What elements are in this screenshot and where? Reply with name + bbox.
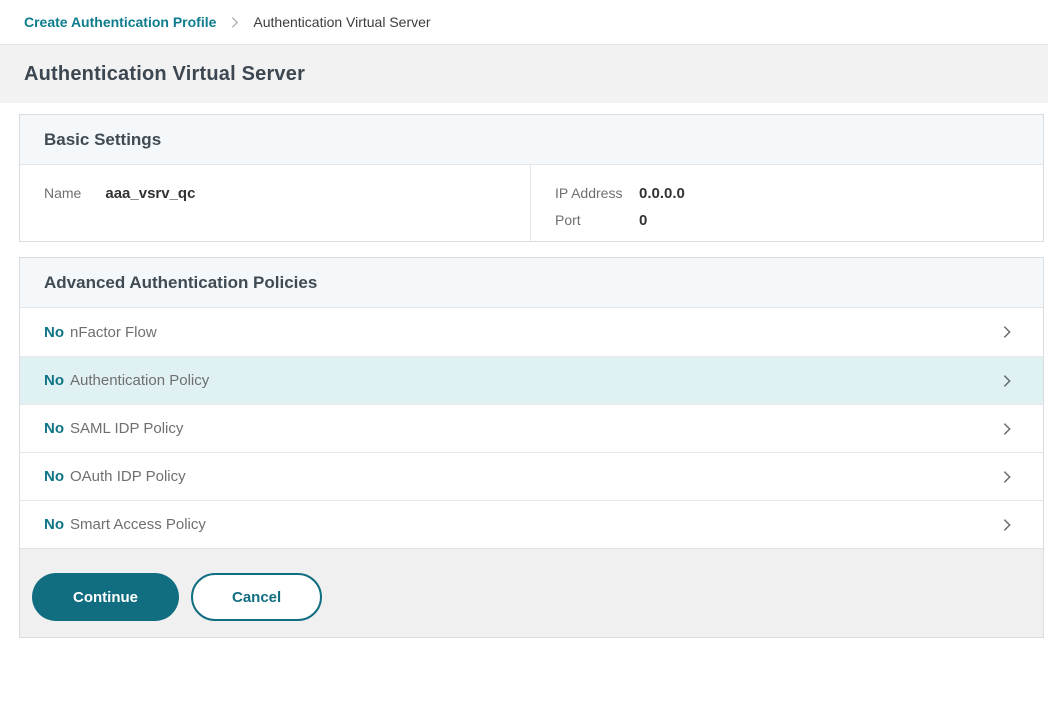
address-fields: IP Address 0.0.0.0 Port 0: [531, 165, 685, 241]
breadcrumb-current: Authentication Virtual Server: [253, 14, 430, 30]
page-title-band: Authentication Virtual Server: [0, 45, 1048, 103]
chevron-right-icon: [228, 16, 241, 29]
policy-row-oauth-idp-policy[interactable]: No OAuth IDP Policy: [20, 452, 1043, 500]
advanced-policies-header: Advanced Authentication Policies: [20, 258, 1043, 308]
basic-settings-header: Basic Settings: [20, 115, 1043, 165]
cancel-button[interactable]: Cancel: [191, 573, 322, 621]
continue-button[interactable]: Continue: [32, 573, 179, 621]
name-label: Name: [44, 185, 81, 201]
policy-label: SAML IDP Policy: [70, 420, 183, 437]
policy-count: No: [44, 324, 64, 341]
policy-count: No: [44, 468, 64, 485]
ip-address-label: IP Address: [555, 180, 639, 207]
breadcrumb: Create Authentication Profile Authentica…: [0, 0, 1048, 45]
policy-row-saml-idp-policy[interactable]: No SAML IDP Policy: [20, 404, 1043, 452]
ip-address-value: 0.0.0.0: [639, 180, 685, 207]
ip-address-field: IP Address 0.0.0.0: [555, 180, 685, 207]
chevron-right-icon: [999, 469, 1015, 485]
chevron-right-icon: [999, 373, 1015, 389]
policy-label: nFactor Flow: [70, 324, 157, 341]
policy-row-nfactor-flow[interactable]: No nFactor Flow: [20, 308, 1043, 356]
name-field: Name aaa_vsrv_qc: [20, 165, 531, 241]
policy-label: Smart Access Policy: [70, 516, 206, 533]
basic-settings-body: Name aaa_vsrv_qc IP Address 0.0.0.0 Port…: [20, 165, 1043, 241]
breadcrumb-link-create-authentication-profile[interactable]: Create Authentication Profile: [24, 14, 216, 30]
basic-settings-title: Basic Settings: [44, 130, 161, 150]
policy-count: No: [44, 516, 64, 533]
chevron-right-icon: [999, 421, 1015, 437]
policy-row-authentication-policy[interactable]: No Authentication Policy: [20, 356, 1043, 404]
action-bar: Continue Cancel: [20, 548, 1043, 637]
name-value: aaa_vsrv_qc: [105, 185, 195, 202]
port-value: 0: [639, 207, 647, 234]
advanced-policies-panel: Advanced Authentication Policies No nFac…: [19, 257, 1044, 638]
port-label: Port: [555, 207, 639, 234]
policy-row-smart-access-policy[interactable]: No Smart Access Policy: [20, 500, 1043, 548]
basic-settings-panel: Basic Settings Name aaa_vsrv_qc IP Addre…: [19, 114, 1044, 242]
chevron-right-icon: [999, 517, 1015, 533]
advanced-policies-title: Advanced Authentication Policies: [44, 273, 317, 293]
policy-count: No: [44, 420, 64, 437]
policy-count: No: [44, 372, 64, 389]
page-title: Authentication Virtual Server: [24, 63, 305, 86]
policy-label: Authentication Policy: [70, 372, 209, 389]
chevron-right-icon: [999, 324, 1015, 340]
policy-label: OAuth IDP Policy: [70, 468, 186, 485]
port-field: Port 0: [555, 207, 685, 234]
